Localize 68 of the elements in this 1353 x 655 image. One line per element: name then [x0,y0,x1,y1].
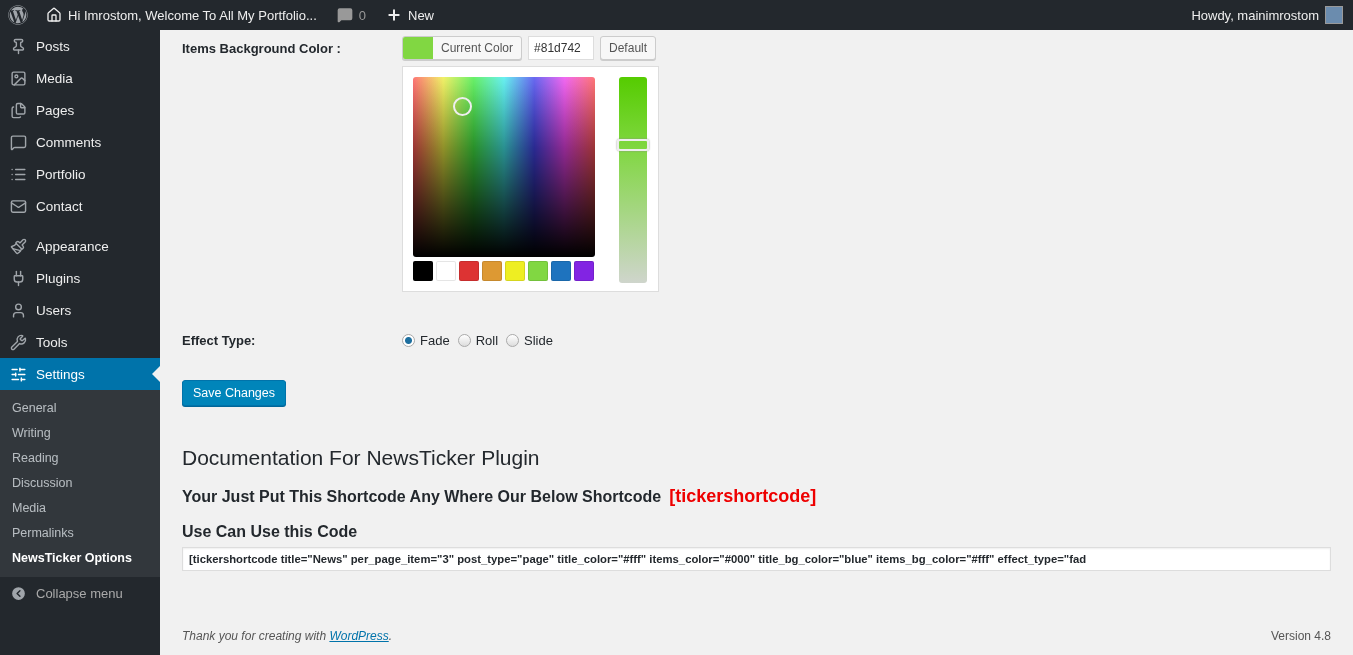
submenu-item[interactable]: Media [0,496,160,521]
submenu-item[interactable]: Reading [0,446,160,471]
avatar-image [1325,6,1343,24]
submenu-item[interactable]: Discussion [0,471,160,496]
image-icon [10,69,27,87]
radio-option[interactable]: Roll [457,332,499,348]
wrench-icon [10,333,27,351]
speech-bubble-icon [336,7,353,23]
home-icon [46,7,62,23]
shortcode-field[interactable]: [tickershortcode title="News" per_page_item="3" post_type="page" title_color="#fff" items_color="#000" title_bg_color="blue" items_bg_color="#fff" effect_type="fad [182,547,1331,571]
comments-link[interactable]: 0 [326,0,376,30]
slider-handle[interactable] [617,139,649,152]
sidebar-menu-item[interactable]: Settings [0,358,160,390]
palette-swatch[interactable] [528,261,548,281]
field-label: Items Background Color : [182,40,342,58]
sidebar-menu-item[interactable]: Contact [0,190,160,222]
wordpress-link[interactable]: WordPress [329,629,389,643]
current-menu-pointer [152,366,160,382]
speech-bubble-icon [10,133,27,151]
sidebar-menu-item[interactable]: Plugins [0,262,160,294]
user-icon [10,301,27,319]
sidebar-menu-item[interactable]: Users [0,294,160,326]
palette-swatch[interactable] [482,261,502,281]
sidebar-menu-item[interactable]: Comments [0,126,160,158]
section-heading: Documentation For NewsTicker Plugin [182,446,541,470]
color-gradient-square[interactable] [413,77,595,257]
save-changes-button[interactable]: Save Changes [182,380,286,406]
paintbrush-icon [10,237,27,255]
submenu-item[interactable]: Writing [0,421,160,446]
radio-option[interactable]: Slide [506,332,553,348]
sidebar-menu-item[interactable]: Portfolio [0,158,160,190]
account-menu[interactable]: Howdy, mainimrostom [1181,0,1353,30]
submenu-item[interactable]: General [0,396,160,421]
palette-swatch[interactable] [436,261,456,281]
sidebar-menu-item[interactable]: Pages [0,94,160,126]
palette-swatch[interactable] [505,261,525,281]
radio-button[interactable] [506,333,520,347]
site-name-link[interactable]: Hi Imrostom, Welcome To All My Portfolio... [36,0,327,30]
plus-icon [386,7,402,23]
instruction-text: Your Just Put This Shortcode Any Where Our Below Shortcode [182,488,662,506]
pages-icon [10,101,27,119]
current-color-button[interactable]: Current Color [402,36,523,60]
radio-button[interactable] [402,333,415,347]
submenu-item[interactable]: Permalinks [0,521,160,546]
picker-handle[interactable] [453,97,472,116]
radio-button[interactable] [457,333,471,347]
palette-swatch[interactable] [551,261,571,281]
pushpin-icon [10,37,27,55]
sliders-icon [10,365,27,383]
sidebar-menu-item[interactable]: Tools [0,326,160,358]
default-button[interactable]: Default [600,36,657,60]
field-label: Effect Type: [182,332,257,348]
radio-option[interactable]: Fade [402,332,450,348]
palette-swatch[interactable] [459,261,479,281]
hex-input-field[interactable]: #81d742 [528,36,595,60]
new-content-link[interactable]: New [376,0,444,30]
code-heading: Use Can Use this Code [182,523,359,541]
palette-swatch[interactable] [413,261,433,281]
envelope-icon [10,197,27,215]
sidebar-menu-item[interactable]: Posts [0,30,160,62]
version-text: Version 4.8 [1270,629,1331,643]
sidebar-menu-item[interactable]: Media [0,62,160,94]
footer-text: Thank you for creating with WordPress. [182,629,393,643]
collapse-menu-button[interactable]: Collapse menu [0,577,160,609]
palette-swatch[interactable] [574,261,594,281]
submenu-item[interactable]: NewsTicker Options [0,546,160,571]
shortcode-text: [tickershortcode] [669,486,817,507]
sidebar-menu-item[interactable]: Appearance [0,230,160,262]
